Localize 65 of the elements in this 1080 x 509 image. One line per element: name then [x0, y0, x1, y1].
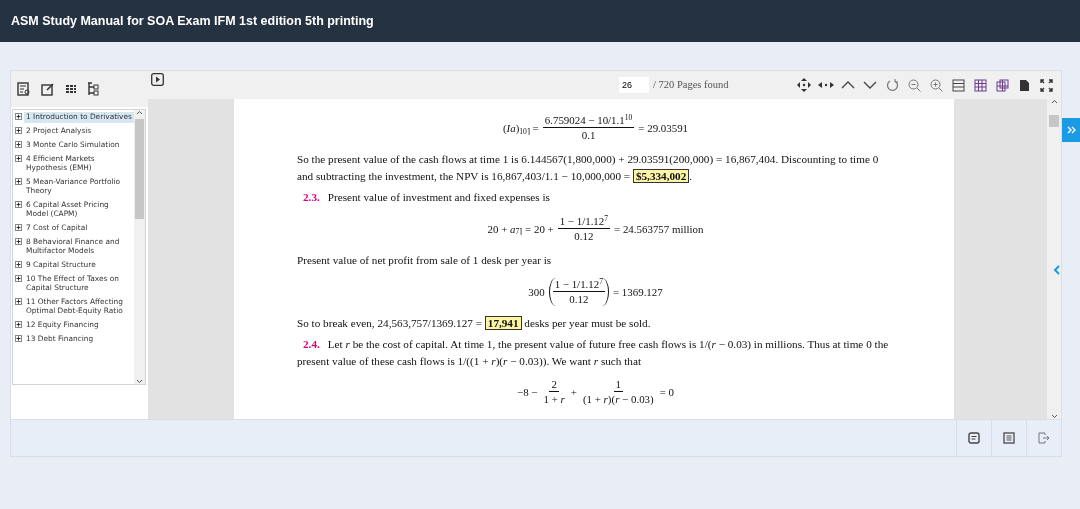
grid-view-icon[interactable] — [973, 78, 987, 92]
bracketed-fraction: 1 − 1/1.12$^{7}$ 0.12 — [548, 277, 609, 306]
expand-icon[interactable] — [15, 275, 22, 283]
page-number-field[interactable]: 26 — [619, 77, 649, 93]
paragraph-text: So to break even, 24,563,757/1369.127 = 17,941 desks per year must be sold. — [297, 314, 652, 332]
expand-icon[interactable] — [15, 298, 22, 305]
previous-page-icon[interactable] — [841, 81, 855, 89]
scroll-up-icon[interactable] — [1050, 99, 1058, 105]
list-icon[interactable] — [1003, 432, 1015, 444]
expand-icon[interactable] — [15, 155, 22, 163]
equation-text: = 24.563757 million — [614, 221, 704, 237]
equation-text: (Ia)$_{10⌉}$ = — [502, 120, 539, 137]
rotate-icon[interactable] — [885, 78, 899, 92]
expand-icon[interactable] — [15, 224, 22, 231]
scrollbar[interactable] — [134, 110, 145, 384]
chevrons-icon — [1066, 126, 1076, 134]
zoom-out-icon[interactable] — [907, 78, 921, 92]
equation-text: = 29.03591 — [638, 120, 689, 136]
page-count: / 720 Pages found — [653, 78, 730, 93]
expand-icon[interactable] — [15, 178, 22, 186]
scroll-up-icon[interactable] — [136, 110, 143, 116]
scroll-thumb[interactable] — [135, 119, 144, 219]
move-icon[interactable] — [797, 78, 811, 92]
paragraph-text: So the present value of the cash flows at time 1 is 6.144567(1,800,000) + 29.03591(200,000) = 16,867,404. Discounting to time 0 and subtracting the investment, the NPV is 16,867,403/1.1 − 10,000,000 = $5,334,002 . — [297, 152, 880, 185]
expand-icon[interactable] — [15, 261, 22, 268]
paragraph-text: Present value of net profit from sale of 1 desk per year is — [297, 252, 553, 268]
equation-text: 20 + a$_{7⌉}$ = 20 + — [487, 221, 554, 237]
fraction: 1 (1 + r)(r − 0.03) — [581, 378, 655, 407]
expand-icon[interactable] — [15, 201, 22, 209]
scroll-down-icon[interactable] — [1050, 413, 1058, 419]
exit-icon[interactable] — [1038, 432, 1050, 444]
expand-icon[interactable] — [15, 320, 22, 328]
equation-text: −8 − — [517, 385, 538, 401]
play-icon[interactable] — [151, 73, 164, 86]
paragraph-text: 2.4. Let r be the cost of capital. At time 1, the present value of future free cash flows is 1/(r − 0.03) in millions. Thus at time 0 the present value of these cash flows is 1/((1 + r)(r − 0.03)). We want r such that — [297, 336, 890, 369]
expand-icon[interactable] — [15, 113, 22, 120]
fraction: 1 − 1/1.12$^{7}$ 0.12 — [557, 214, 611, 243]
fit-width-icon[interactable] — [818, 81, 834, 89]
edit-icon[interactable] — [41, 82, 55, 96]
two-page-icon[interactable] — [995, 78, 1009, 92]
search-document-icon[interactable] — [17, 82, 31, 96]
fraction: 2 1 + r — [542, 378, 566, 407]
scroll-thumb[interactable] — [1049, 115, 1059, 127]
fullscreen-icon[interactable] — [1039, 78, 1053, 92]
equation-text: 300 — [528, 284, 545, 300]
zoom-in-icon[interactable] — [929, 78, 943, 92]
fraction: 6.759024 − 10/1.1$^{10}$ 0.1 — [542, 114, 635, 143]
scroll-down-icon[interactable] — [136, 378, 143, 384]
notes-icon[interactable] — [968, 432, 980, 444]
equation-text: + — [570, 385, 577, 401]
expand-panel-button[interactable] — [1062, 118, 1080, 142]
expand-icon[interactable] — [15, 238, 22, 246]
expand-icon[interactable] — [15, 127, 22, 135]
single-page-icon[interactable] — [951, 78, 965, 92]
tree-icon[interactable] — [87, 82, 100, 96]
expand-icon[interactable] — [15, 141, 22, 149]
app-title: ASM Study Manual for SOA Exam IFM 1st edition 5th printing — [11, 12, 374, 30]
paragraph-text: 2.3. Present value of investment and fixed expenses is — [302, 189, 551, 205]
next-page-icon[interactable] — [863, 81, 877, 89]
grid-icon[interactable] — [65, 83, 77, 95]
expand-icon[interactable] — [15, 335, 22, 342]
equation-text: = 1369.127 — [613, 284, 663, 300]
document-icon[interactable] — [1018, 78, 1030, 92]
page-scrollbar[interactable] — [1047, 99, 1061, 419]
equation-text: = 0 — [659, 385, 674, 401]
